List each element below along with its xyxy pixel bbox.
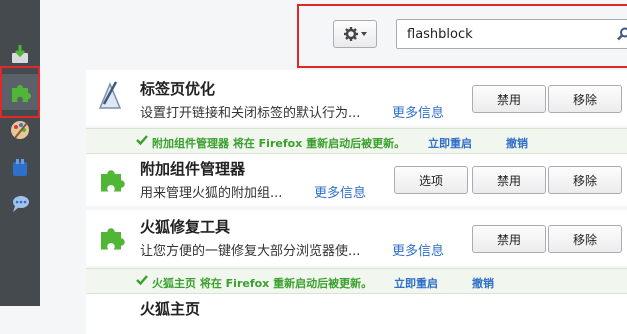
sidebar-highlight-box xyxy=(0,66,40,118)
notice-message: 火狐主页 将在 Firefox 重新启动后被更新。 xyxy=(152,277,373,290)
category-appearance[interactable] xyxy=(0,112,40,148)
addon-item[interactable]: 火狐修复工具 让您方便的一键修复大部分浏览器使... 更多信息 禁用 移除 xyxy=(86,210,627,266)
addon-description: 设置打开链接和关闭标签的默认行为... xyxy=(140,106,361,121)
gear-icon xyxy=(343,27,358,41)
pending-update-notice: 火狐主页 将在 Firefox 重新启动后被更新。 立即重启 撤销 xyxy=(86,268,627,294)
get-addons-icon xyxy=(12,45,28,63)
notice-message: 附加组件管理器 将在 Firefox 重新启动后被更新。 xyxy=(152,137,406,150)
plugins-icon xyxy=(13,159,27,176)
disable-button[interactable]: 禁用 xyxy=(472,85,546,113)
addon-item[interactable]: 标签页优化 设置打开链接和关闭标签的默认行为... 更多信息 禁用 移除 xyxy=(86,70,627,126)
more-info-link[interactable]: 更多信息 xyxy=(392,102,444,121)
addon-title: 火狐主页 xyxy=(140,300,201,318)
tab-tweak-icon xyxy=(98,81,122,109)
more-info-link[interactable]: 更多信息 xyxy=(392,240,444,259)
pending-update-notice: 附加组件管理器 将在 Firefox 重新启动后被更新。 立即重启 撤销 xyxy=(86,128,627,154)
chevron-down-icon xyxy=(360,32,367,36)
restart-now-link[interactable]: 立即重启 xyxy=(428,135,472,151)
addon-title: 标签页优化 xyxy=(140,80,216,98)
appearance-icon xyxy=(11,121,29,139)
addon-list: 标签页优化 设置打开链接和关闭标签的默认行为... 更多信息 禁用 移除 附加组… xyxy=(86,70,627,334)
options-button[interactable]: 选项 xyxy=(394,166,468,194)
disable-button[interactable]: 禁用 xyxy=(472,225,546,253)
undo-link[interactable]: 撤销 xyxy=(472,275,494,291)
search-icon[interactable] xyxy=(617,27,627,41)
remove-button[interactable]: 移除 xyxy=(548,85,622,113)
tools-menu-button[interactable] xyxy=(333,20,377,48)
category-sidebar xyxy=(0,0,40,306)
category-services[interactable] xyxy=(0,186,40,222)
remove-button[interactable]: 移除 xyxy=(548,225,622,253)
services-icon xyxy=(13,196,29,212)
more-info-link[interactable]: 更多信息 xyxy=(314,182,366,201)
addon-description: 让您方便的一键修复大部分浏览器使... xyxy=(140,244,361,259)
remove-button[interactable]: 移除 xyxy=(548,166,622,194)
restart-now-link[interactable]: 立即重启 xyxy=(394,275,438,291)
search-field[interactable] xyxy=(396,19,627,49)
search-input[interactable] xyxy=(407,25,607,43)
puzzle-piece-icon xyxy=(101,228,125,250)
disable-button[interactable]: 禁用 xyxy=(472,166,546,194)
checkmark-icon xyxy=(136,135,148,146)
addon-title: 火狐修复工具 xyxy=(140,218,231,236)
addon-title: 附加组件管理器 xyxy=(140,160,246,178)
checkmark-icon xyxy=(136,275,148,286)
addon-item[interactable]: 附加组件管理器 用来管理火狐的附加组... 更多信息 选项 禁用 移除 xyxy=(86,154,627,206)
undo-link[interactable]: 撤销 xyxy=(506,135,528,151)
addon-item[interactable]: 火狐主页 xyxy=(86,294,627,334)
category-plugins[interactable] xyxy=(0,150,40,186)
puzzle-piece-icon xyxy=(101,170,125,192)
addon-description: 用来管理火狐的附加组... xyxy=(140,186,283,201)
